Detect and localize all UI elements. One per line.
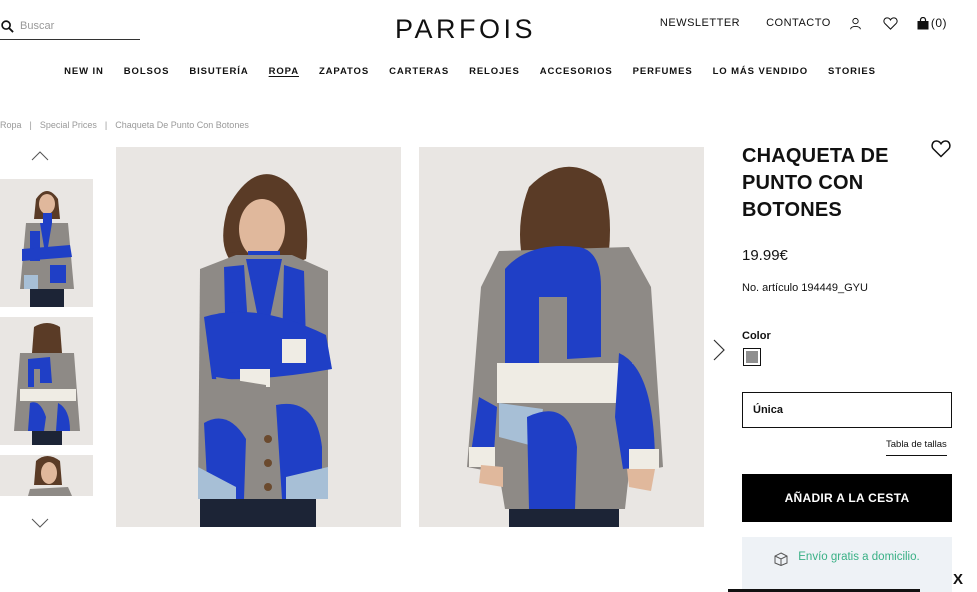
product-title: CHAQUETA DE PUNTO CON BOTONES bbox=[742, 145, 889, 221]
nav-item-lo-más-vendido[interactable]: LO MÁS VENDIDO bbox=[713, 66, 808, 77]
color-label: Color bbox=[742, 330, 771, 342]
free-shipping-banner: Envío gratis a domicilio. bbox=[742, 537, 952, 592]
nav-item-stories[interactable]: STORIES bbox=[828, 66, 876, 77]
chevron-down-icon[interactable] bbox=[31, 517, 49, 529]
search-icon[interactable] bbox=[1, 19, 14, 33]
wishlist-heart-icon[interactable] bbox=[931, 139, 951, 158]
nav-item-bolsos[interactable]: BOLSOS bbox=[124, 66, 170, 77]
heart-icon[interactable] bbox=[883, 15, 899, 31]
cart-button[interactable]: (0) bbox=[917, 16, 947, 30]
product-image-back[interactable] bbox=[419, 147, 704, 527]
nav-item-bisutería[interactable]: BISUTERÍA bbox=[189, 66, 248, 77]
thumbnail-front[interactable] bbox=[0, 179, 93, 307]
color-swatch-grey[interactable] bbox=[743, 348, 761, 366]
add-to-cart-button[interactable]: AÑADIR A LA CESTA bbox=[742, 474, 952, 522]
cart-count: (0) bbox=[930, 16, 947, 30]
contact-link[interactable]: CONTACTO bbox=[766, 17, 831, 29]
breadcrumb-separator: | bbox=[29, 120, 32, 130]
chevron-up-icon[interactable] bbox=[31, 150, 49, 162]
nav-item-zapatos[interactable]: ZAPATOS bbox=[319, 66, 369, 77]
product-image-front[interactable] bbox=[116, 147, 401, 527]
chevron-right-icon[interactable] bbox=[712, 338, 726, 362]
product-sku: No. artículo 194449_GYU bbox=[742, 282, 868, 294]
breadcrumb: Ropa | Special Prices | Chaqueta De Punt… bbox=[0, 120, 249, 130]
breadcrumb-item[interactable]: Special Prices bbox=[40, 120, 97, 130]
search-bar[interactable] bbox=[0, 13, 140, 40]
nav-item-relojes[interactable]: RELOJES bbox=[469, 66, 520, 77]
main-nav: NEW IN BOLSOS BISUTERÍA ROPA ZAPATOS CARTERAS… bbox=[0, 66, 940, 77]
swatch-fill bbox=[746, 351, 758, 363]
search-input[interactable] bbox=[20, 20, 130, 32]
breadcrumb-item[interactable]: Ropa bbox=[0, 120, 22, 130]
top-utility-nav: NEWSLETTER CONTACTO (0) bbox=[660, 14, 947, 32]
parfois-logo[interactable]: PARFOIS bbox=[393, 10, 555, 46]
thumbnail-closeup[interactable] bbox=[0, 455, 93, 496]
nav-item-carteras[interactable]: CARTERAS bbox=[389, 66, 449, 77]
user-icon[interactable] bbox=[849, 15, 865, 31]
size-guide-link[interactable]: Tabla de tallas bbox=[886, 439, 947, 456]
size-selector[interactable]: Única bbox=[742, 392, 952, 428]
newsletter-link[interactable]: NEWSLETTER bbox=[660, 17, 740, 29]
free-shipping-text: Envío gratis a domicilio. bbox=[798, 551, 920, 563]
breadcrumb-separator: | bbox=[104, 120, 108, 130]
nav-item-new-in[interactable]: NEW IN bbox=[64, 66, 104, 77]
shopping-bag-icon bbox=[917, 16, 929, 29]
logo-text: PARFOIS bbox=[395, 14, 536, 44]
thumbnail-back[interactable] bbox=[0, 317, 93, 445]
nav-item-accesorios[interactable]: ACCESORIOS bbox=[540, 66, 613, 77]
product-price: 19.99€ bbox=[742, 247, 788, 264]
breadcrumb-item-current: Chaqueta De Punto Con Botones bbox=[115, 120, 249, 130]
nav-item-ropa[interactable]: ROPA bbox=[269, 66, 299, 77]
close-button[interactable]: X bbox=[953, 571, 963, 588]
nav-item-perfumes[interactable]: PERFUMES bbox=[633, 66, 693, 77]
box-icon bbox=[774, 552, 788, 566]
